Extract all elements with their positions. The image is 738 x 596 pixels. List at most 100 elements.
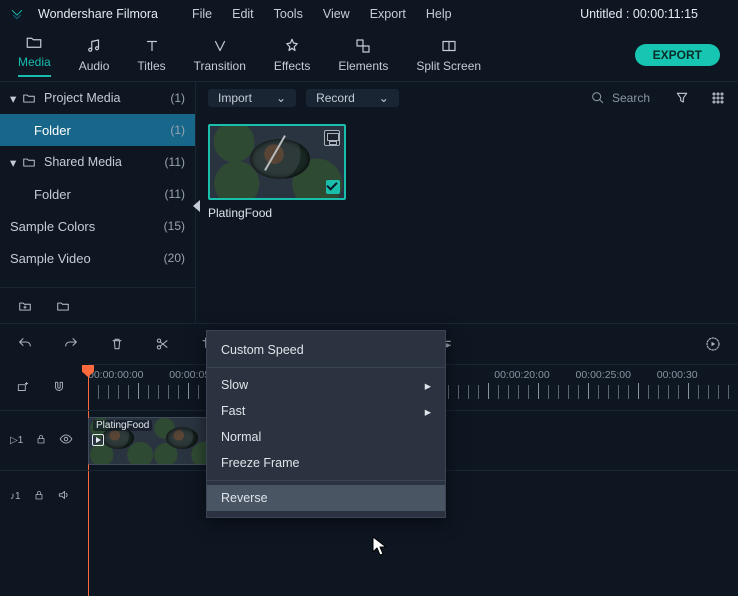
- menu-export[interactable]: Export: [370, 7, 406, 21]
- ruler-tick: 00:00:20:00: [494, 369, 575, 381]
- new-folder-icon[interactable]: [18, 299, 32, 313]
- sidebar-project-count: (1): [170, 91, 185, 105]
- tab-media-label: Media: [18, 55, 51, 69]
- filmstrip-icon: [324, 130, 340, 146]
- ruler-tick: 00:00:00:00: [88, 369, 169, 381]
- speed-context-menu: Custom Speed Slow▸ Fast▸ Normal Freeze F…: [206, 330, 446, 518]
- redo-icon[interactable]: [60, 333, 82, 355]
- tab-titles[interactable]: Titles: [137, 37, 165, 73]
- ctx-normal[interactable]: Normal: [207, 424, 445, 450]
- titles-icon: [143, 37, 161, 55]
- tab-elements-label: Elements: [338, 59, 388, 73]
- clip-thumbnail[interactable]: [208, 124, 346, 200]
- media-clip[interactable]: PlatingFood: [208, 124, 346, 220]
- workspace: ▾ Project Media (1) Folder (1) ▾ Shared …: [0, 82, 738, 324]
- sidebar-shared-media[interactable]: ▾ Shared Media (11): [0, 146, 195, 178]
- tab-audio[interactable]: Audio: [79, 37, 110, 73]
- app-name: Wondershare Filmora: [38, 7, 158, 21]
- import-dropdown[interactable]: Import ⌄: [208, 89, 296, 107]
- folder-icon: [22, 91, 44, 105]
- split-icon[interactable]: [152, 333, 174, 355]
- record-label: Record: [316, 91, 355, 105]
- media-panel: Import ⌄ Record ⌄ Search: [196, 82, 738, 323]
- chevron-down-icon: ⌄: [276, 91, 286, 105]
- delete-icon[interactable]: [106, 333, 128, 355]
- menu-edit[interactable]: Edit: [232, 7, 254, 21]
- render-icon[interactable]: [702, 333, 724, 355]
- ctx-custom-speed[interactable]: Custom Speed: [207, 337, 445, 363]
- document-title: Untitled : 00:00:11:15: [580, 7, 698, 21]
- sidebar-project-label: Project Media: [44, 91, 170, 105]
- separator: [207, 367, 445, 368]
- chevron-right-icon: ▸: [425, 378, 431, 393]
- clip-name: PlatingFood: [208, 206, 346, 220]
- tab-transition[interactable]: Transition: [194, 37, 246, 73]
- export-button[interactable]: EXPORT: [635, 44, 720, 66]
- main-menu: File Edit Tools View Export Help: [192, 7, 452, 21]
- video-clip[interactable]: PlatingFood: [88, 417, 218, 465]
- magnet-icon[interactable]: [48, 376, 70, 398]
- import-label: Import: [218, 91, 252, 105]
- media-sidebar: ▾ Project Media (1) Folder (1) ▾ Shared …: [0, 82, 196, 323]
- folder-icon: [25, 33, 43, 51]
- media-toolbar: Import ⌄ Record ⌄ Search: [196, 82, 738, 114]
- sidebar-folder2-count: (11): [165, 187, 185, 201]
- add-track-icon[interactable]: [12, 376, 34, 398]
- tab-effects[interactable]: Effects: [274, 37, 310, 73]
- tab-transition-label: Transition: [194, 59, 246, 73]
- record-dropdown[interactable]: Record ⌄: [306, 89, 399, 107]
- video-track-header: ▷1: [0, 410, 88, 470]
- speaker-icon[interactable]: [57, 488, 71, 505]
- grid-icon[interactable]: [710, 90, 726, 106]
- menu-file[interactable]: File: [192, 7, 212, 21]
- audio-track-label: ♪1: [10, 491, 21, 502]
- search-box[interactable]: Search: [590, 90, 650, 106]
- ctx-fast[interactable]: Fast▸: [207, 398, 445, 424]
- ctx-slow[interactable]: Slow▸: [207, 372, 445, 398]
- chevron-right-icon: ▸: [425, 404, 431, 419]
- folder-icon: [22, 155, 44, 169]
- sidebar-colors-label: Sample Colors: [10, 219, 164, 234]
- video-clip-title: PlatingFood: [93, 420, 152, 431]
- media-grid: PlatingFood: [196, 114, 738, 230]
- lock-icon[interactable]: [33, 489, 45, 504]
- undo-icon[interactable]: [14, 333, 36, 355]
- filter-icon[interactable]: [674, 90, 690, 106]
- menu-tools[interactable]: Tools: [274, 7, 303, 21]
- split-icon: [440, 37, 458, 55]
- sidebar-folder-2[interactable]: Folder (11): [0, 178, 195, 210]
- sidebar-shared-count: (11): [165, 155, 185, 169]
- ctx-reverse[interactable]: Reverse: [207, 485, 445, 511]
- eye-icon[interactable]: [59, 432, 73, 449]
- folder-icon[interactable]: [56, 299, 70, 313]
- play-icon: [92, 434, 104, 446]
- music-icon: [85, 37, 103, 55]
- cursor-icon: [372, 536, 388, 559]
- sidebar-colors-count: (15): [164, 219, 185, 233]
- sidebar-folder1-label: Folder: [34, 123, 170, 138]
- tab-media[interactable]: Media: [18, 33, 51, 77]
- ruler-tick: 00:00:30: [657, 369, 738, 381]
- app-logo: [10, 7, 24, 21]
- tab-effects-label: Effects: [274, 59, 310, 73]
- search-placeholder: Search: [612, 91, 650, 105]
- titlebar: Wondershare Filmora File Edit Tools View…: [0, 0, 738, 28]
- sidebar-shared-label: Shared Media: [44, 155, 165, 169]
- lock-icon[interactable]: [35, 433, 47, 448]
- menu-help[interactable]: Help: [426, 7, 452, 21]
- audio-track-header: ♪1: [0, 470, 88, 522]
- separator: [207, 480, 445, 481]
- sidebar-folder-1[interactable]: Folder (1): [0, 114, 195, 146]
- video-track-label: ▷1: [10, 435, 23, 446]
- sidebar-folder1-count: (1): [170, 123, 185, 137]
- chevron-down-icon: ⌄: [379, 91, 389, 105]
- tab-elements[interactable]: Elements: [338, 37, 388, 73]
- menu-view[interactable]: View: [323, 7, 350, 21]
- sidebar-sample-video[interactable]: Sample Video (20): [0, 242, 195, 274]
- transition-icon: [211, 37, 229, 55]
- sidebar-sample-colors[interactable]: Sample Colors (15): [0, 210, 195, 242]
- sidebar-video-label: Sample Video: [10, 251, 164, 266]
- tab-splitscreen[interactable]: Split Screen: [416, 37, 481, 73]
- sidebar-project-media[interactable]: ▾ Project Media (1): [0, 82, 195, 114]
- ctx-freeze-frame[interactable]: Freeze Frame: [207, 450, 445, 476]
